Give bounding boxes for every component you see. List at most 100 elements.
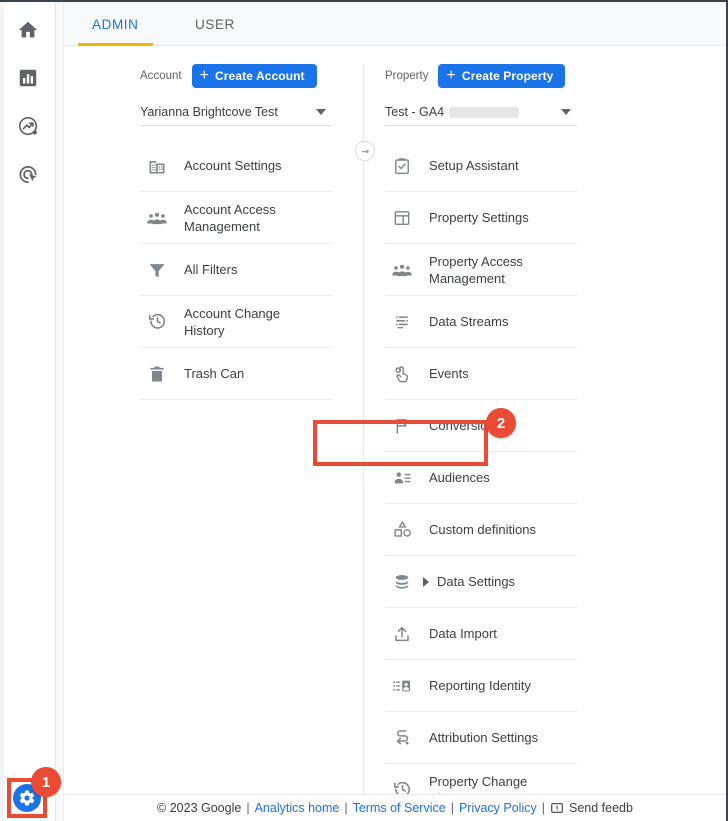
menu-item-setup-assistant[interactable]: Setup Assistant (385, 140, 577, 192)
rail-secondary-strip (56, 2, 64, 821)
menu-item-label: Reporting Identity (429, 678, 531, 693)
upload-icon (389, 624, 415, 644)
redacted-property-id (449, 106, 520, 118)
menu-item-label: Custom definitions (429, 522, 536, 537)
account-column-header: Account + Create Account (140, 61, 340, 91)
menu-item-label: Setup Assistant (429, 158, 519, 173)
menu-item-data-import[interactable]: Data Import (385, 608, 577, 660)
rail-edge-strip (0, 2, 4, 821)
annotation-badge-2: 2 (486, 408, 516, 438)
admin-content-pane: Account + Create Account Yarianna Bright… (64, 46, 726, 794)
plus-icon: + (446, 67, 456, 84)
account-selector-value: Yarianna Brightcove Test (140, 105, 278, 119)
menu-item-data-streams[interactable]: Data Streams (385, 296, 577, 348)
shapes-icon (389, 519, 415, 540)
footer-separator: | (246, 801, 250, 815)
reports-icon[interactable] (12, 62, 44, 94)
menu-item-label: Data Streams (429, 314, 509, 329)
identity-icon (389, 676, 415, 696)
menu-item-label: Account Change History (184, 305, 281, 338)
footer-copyright: © 2023 Google (157, 801, 242, 815)
tap-icon (389, 364, 415, 384)
menu-item-account-access-management[interactable]: Account Access Management (140, 192, 332, 244)
tab-admin[interactable]: ADMIN (78, 2, 153, 46)
history-icon (144, 311, 170, 332)
footer-bar: © 2023 Google | Analytics home | Terms o… (64, 794, 726, 821)
property-menu-list: Setup Assistant Property Settings Proper… (385, 140, 577, 794)
menu-item-label: Attribution Settings (429, 730, 539, 745)
menu-item-reporting-identity[interactable]: Reporting Identity (385, 660, 577, 712)
analytics-admin-screen: ADMIN USER Account + Create Account Yari… (0, 0, 728, 821)
menu-item-label: Account Access Management (184, 201, 276, 234)
menu-item-audiences[interactable]: Audiences (385, 452, 577, 504)
menu-item-label: Data Import (429, 626, 497, 641)
account-menu-list: Account Settings Account Access Manageme… (140, 140, 332, 400)
history-icon (389, 779, 415, 794)
menu-item-events[interactable]: Events (385, 348, 577, 400)
menu-item-label: Events (429, 366, 469, 381)
create-property-button[interactable]: + Create Property (438, 64, 566, 88)
menu-item-label: Trash Can (184, 366, 245, 381)
audience-icon (389, 468, 415, 488)
account-selector[interactable]: Yarianna Brightcove Test (140, 99, 332, 126)
menu-item-account-change-history[interactable]: Account Change History (140, 296, 332, 348)
tab-admin-label: ADMIN (92, 16, 139, 32)
property-column-header: Property + Create Property (385, 61, 590, 91)
send-feedback-label: Send feedb (568, 801, 633, 815)
funnel-icon (144, 260, 170, 280)
tab-user-label: USER (195, 16, 235, 32)
plus-icon: + (199, 67, 210, 84)
property-label: Property (385, 70, 429, 82)
menu-item-attribution-settings[interactable]: Attribution Settings (385, 712, 577, 764)
database-icon (389, 572, 415, 592)
create-property-label: Create Property (461, 69, 554, 83)
menu-item-label: Audiences (429, 470, 490, 485)
home-icon[interactable] (12, 14, 44, 46)
account-label: Account (140, 70, 182, 82)
menu-item-all-filters[interactable]: All Filters (140, 244, 332, 296)
footer-link-privacy-policy[interactable]: Privacy Policy (459, 801, 537, 815)
footer-separator: | (450, 801, 454, 815)
footer-separator: | (344, 801, 348, 815)
flag-icon (389, 416, 415, 436)
send-feedback-button[interactable]: Send feedb (550, 801, 633, 815)
feedback-icon (551, 803, 563, 813)
property-selector[interactable]: Test - GA4 (385, 99, 577, 126)
menu-item-custom-definitions[interactable]: Custom definitions (385, 504, 577, 556)
explore-icon[interactable] (12, 110, 44, 142)
menu-item-trash-can[interactable]: Trash Can (140, 348, 332, 400)
menu-item-label: Property Change History (429, 773, 528, 795)
menu-item-conversions[interactable]: Conversions (385, 400, 577, 452)
tab-user[interactable]: USER (181, 2, 249, 46)
menu-item-account-settings[interactable]: Account Settings (140, 140, 332, 192)
people-icon (144, 208, 170, 228)
streams-icon (389, 312, 415, 332)
footer-link-analytics-home[interactable]: Analytics home (255, 801, 340, 815)
menu-item-label: Property Access Management (429, 253, 523, 286)
footer-separator: | (541, 801, 545, 815)
layout-icon (389, 208, 415, 228)
menu-item-property-change-history[interactable]: Property Change History (385, 764, 577, 794)
attribution-icon (389, 727, 415, 748)
menu-item-label: Data Settings (437, 574, 516, 589)
advertising-icon[interactable] (12, 158, 44, 190)
property-selector-value: Test - GA4 (385, 105, 445, 119)
account-column: Account + Create Account Yarianna Bright… (140, 46, 340, 400)
menu-item-data-settings[interactable]: Data Settings (385, 556, 577, 608)
people-icon (389, 260, 415, 280)
menu-item-label: Property Settings (429, 210, 529, 225)
menu-item-label: Account Settings (184, 158, 282, 173)
building-icon (144, 156, 170, 176)
column-collapse-arrow-icon[interactable] (355, 141, 375, 161)
trash-icon (144, 364, 170, 384)
admin-user-tabbar: ADMIN USER (64, 2, 726, 46)
footer-link-terms-of-service[interactable]: Terms of Service (353, 801, 446, 815)
expand-triangle-icon[interactable] (423, 576, 429, 587)
create-account-button[interactable]: + Create Account (191, 64, 317, 88)
menu-item-property-access-management[interactable]: Property Access Management (385, 244, 577, 296)
menu-item-property-settings[interactable]: Property Settings (385, 192, 577, 244)
left-navigation-rail (0, 2, 56, 821)
annotation-badge-1: 1 (31, 767, 61, 797)
chevron-down-icon (561, 109, 571, 115)
create-account-label: Create Account (215, 69, 305, 83)
